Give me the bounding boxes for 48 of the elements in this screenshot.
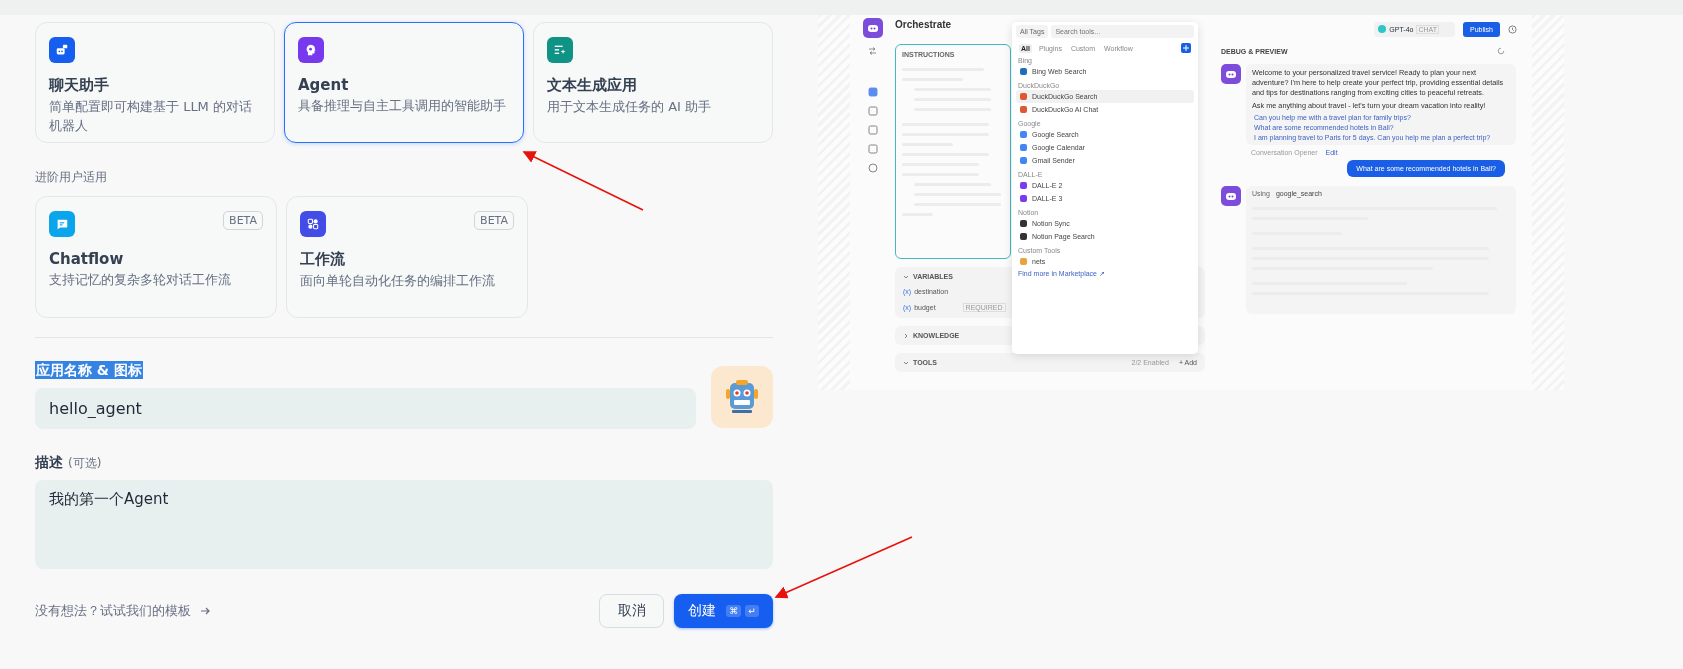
field-label: 应用名称 & 图标 (35, 361, 143, 379)
app-icon-button[interactable] (711, 366, 773, 428)
create-button[interactable]: 创建 ⌘ ↵ (674, 594, 773, 628)
add-icon[interactable] (1181, 43, 1191, 53)
description-input-field[interactable]: 我的第一个Agent (35, 480, 773, 569)
optional-hint: (可选) (68, 455, 102, 472)
beta-badge: BETA (223, 211, 263, 230)
card-title: 文本生成应用 (547, 76, 638, 95)
template-link[interactable]: 没有想法？试试我们的模板 (35, 602, 211, 620)
chevron-icon[interactable] (903, 359, 909, 366)
history-icon[interactable] (1508, 24, 1517, 34)
card-description: 简单配置即可构建基于 LLM 的对话机器人 (49, 98, 253, 135)
bot-avatar-icon (862, 18, 883, 38)
app-type-card[interactable]: BETA 工作流 面向单轮自动化任务的编排工作流 (286, 196, 528, 318)
app-type-card[interactable]: BETA Chatflow 支持记忆的复杂多轮对话工作流 (35, 196, 277, 318)
head-icon (298, 37, 324, 63)
app-type-card[interactable]: 聊天助手 简单配置即可构建基于 LLM 的对话机器人 (35, 22, 275, 143)
page-title: Orchestrate (895, 19, 952, 32)
app-type-card[interactable]: 文本生成应用 用于文本生成任务的 AI 助手 (533, 22, 773, 143)
card-title: Chatflow (49, 250, 125, 268)
text-sparkle-icon (547, 37, 573, 63)
arrow-right-icon (199, 605, 211, 617)
model-icon (1378, 25, 1387, 33)
bot-avatar-icon (1221, 64, 1241, 84)
field-label: 描述 (35, 454, 63, 472)
card-title: 工作流 (300, 250, 346, 269)
beta-badge: BETA (474, 211, 514, 230)
refresh-icon[interactable] (1497, 47, 1505, 55)
name-input-field[interactable]: hello_agent (35, 388, 696, 429)
card-description: 具备推理与自主工具调用的智能助手 (298, 97, 507, 115)
chevron-icon[interactable] (903, 332, 909, 339)
section-label: 进阶用户适用 (35, 170, 108, 185)
swap-icon (868, 47, 877, 55)
chat-bubble-icon (49, 211, 75, 237)
cancel-button[interactable]: 取消 (599, 594, 664, 628)
bot-avatar-icon (1221, 186, 1241, 206)
app-type-card[interactable]: Agent 具备推理与自主工具调用的智能助手 (284, 22, 524, 143)
card-title: Agent (298, 76, 350, 94)
card-description: 面向单轮自动化任务的编排工作流 (300, 272, 496, 290)
shortcut-key: ↵ (745, 605, 759, 617)
chevron-icon[interactable] (903, 273, 909, 280)
card-title: 聊天助手 (49, 76, 110, 95)
window-icon[interactable] (867, 87, 878, 97)
card-description: 支持记忆的复杂多轮对话工作流 (49, 271, 232, 289)
chat-bot-icon (49, 37, 75, 63)
workflow-icon (300, 211, 326, 237)
shortcut-key: ⌘ (726, 605, 742, 617)
card-description: 用于文本生成任务的 AI 助手 (547, 98, 712, 116)
